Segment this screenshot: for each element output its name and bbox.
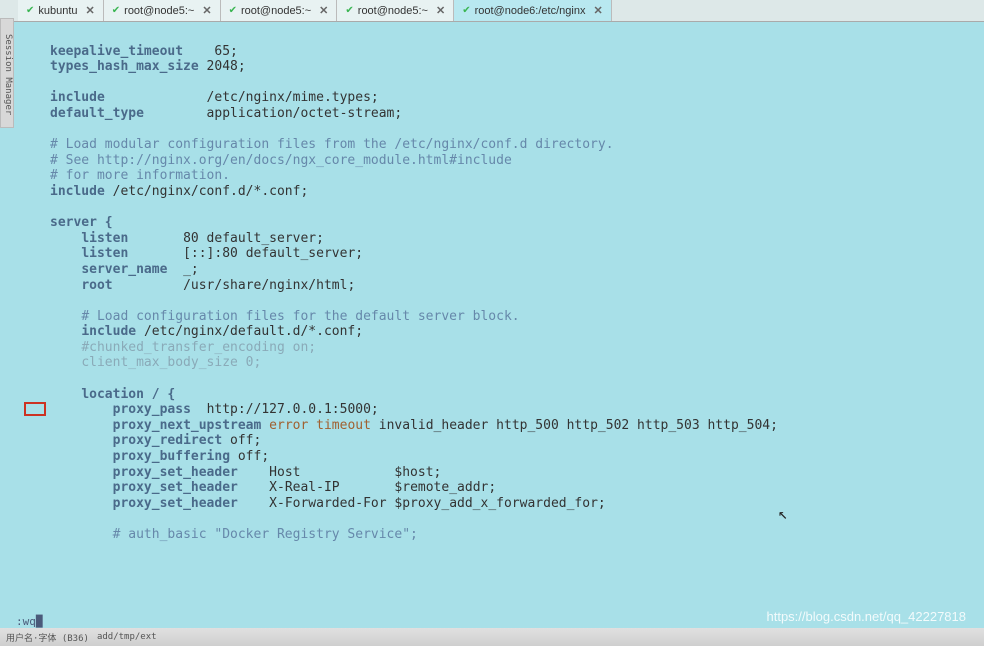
code-text: off; — [238, 449, 269, 464]
code-text: include — [50, 90, 105, 105]
code-text: proxy_set_header — [113, 480, 238, 495]
editor-area[interactable]: keepalive_timeout 65; types_hash_max_siz… — [0, 22, 984, 553]
code-text: proxy_next_upstream — [113, 418, 262, 433]
tab-bar: ✔ kubuntu ✕ ✔ root@node5:~ ✕ ✔ root@node… — [0, 0, 984, 22]
tab-label: root@node6:/etc/nginx — [475, 5, 586, 17]
check-icon: ✔ — [345, 5, 353, 16]
code-text: listen — [81, 231, 128, 246]
tab-label: root@node5:~ — [124, 5, 194, 17]
tab-kubuntu[interactable]: ✔ kubuntu ✕ — [18, 0, 104, 21]
code-text: include — [50, 184, 105, 199]
code-text: X-Forwarded-For — [269, 496, 386, 511]
code-text: 2048; — [207, 59, 246, 74]
check-icon: ✔ — [229, 5, 237, 16]
code-text: timeout — [316, 418, 371, 433]
code-text: application/octet-stream; — [207, 106, 403, 121]
watermark-text: https://blog.csdn.net/qq_42227818 — [767, 609, 967, 624]
code-text: Host — [269, 465, 300, 480]
vim-status-line: :wq█ — [16, 615, 43, 628]
check-icon: ✔ — [462, 5, 470, 16]
code-text: keepalive_timeout — [50, 44, 183, 59]
code-text: proxy_buffering — [113, 449, 230, 464]
code-text: server_name — [81, 262, 167, 277]
tab-node5-3[interactable]: ✔ root@node5:~ ✕ — [337, 0, 454, 21]
code-text: proxy_pass — [113, 402, 191, 417]
highlight-box — [24, 402, 46, 416]
code-text: invalid_header http_500 http_502 http_50… — [379, 418, 778, 433]
taskbar-item: add/tmp/ext — [97, 632, 157, 642]
code-text: X-Real-IP — [269, 480, 339, 495]
code-comment: # Load configuration files for the defau… — [81, 309, 519, 324]
code-text: proxy_set_header — [113, 496, 238, 511]
code-text: /etc/nginx/mime.types; — [207, 90, 379, 105]
tab-node5-1[interactable]: ✔ root@node5:~ ✕ — [104, 0, 221, 21]
code-text: types_hash_max_size — [50, 59, 199, 74]
close-icon[interactable]: ✕ — [202, 4, 211, 17]
tab-label: root@node5:~ — [241, 5, 311, 17]
tab-node6-nginx[interactable]: ✔ root@node6:/etc/nginx ✕ — [454, 0, 611, 21]
code-comment: # for more information. — [50, 168, 230, 183]
close-icon[interactable]: ✕ — [436, 4, 445, 17]
tab-node5-2[interactable]: ✔ root@node5:~ ✕ — [221, 0, 338, 21]
check-icon: ✔ — [112, 5, 120, 16]
code-text: root — [81, 278, 112, 293]
taskbar-item: 用户名·字体 (B36) — [6, 631, 89, 644]
code-comment: # auth_basic "Docker Registry Service"; — [113, 527, 418, 542]
code-comment: #chunked_transfer_encoding on; — [81, 340, 316, 355]
code-text: $remote_addr; — [394, 480, 496, 495]
code-text: [::]:80 default_server; — [183, 246, 363, 261]
code-text: error — [269, 418, 308, 433]
code-text: http://127.0.0.1:5000; — [207, 402, 379, 417]
code-text: off; — [230, 433, 261, 448]
tab-label: kubuntu — [38, 5, 77, 17]
check-icon: ✔ — [26, 5, 34, 16]
code-text: server { — [50, 215, 113, 230]
code-text: /usr/share/nginx/html; — [183, 278, 355, 293]
code-text: default_type — [50, 106, 144, 121]
code-comment: # See http://nginx.org/en/docs/ngx_core_… — [50, 153, 512, 168]
code-comment: # Load modular configuration files from … — [50, 137, 614, 152]
close-icon[interactable]: ✕ — [593, 4, 602, 17]
code-text: 65; — [214, 44, 237, 59]
code-text: 80 default_server; — [183, 231, 324, 246]
code-text: $proxy_add_x_forwarded_for; — [394, 496, 605, 511]
vim-command: :wq — [16, 615, 36, 628]
tab-label: root@node5:~ — [358, 5, 428, 17]
code-text: client_max_body_size 0; — [81, 355, 261, 370]
taskbar[interactable]: 用户名·字体 (B36) add/tmp/ext — [0, 628, 984, 646]
code-text: /etc/nginx/conf.d/*.conf; — [113, 184, 309, 199]
code-text: listen — [81, 246, 128, 261]
code-text: include — [81, 324, 136, 339]
code-text: location / { — [81, 387, 175, 402]
code-text: _; — [183, 262, 199, 277]
close-icon[interactable]: ✕ — [319, 4, 328, 17]
code-text: proxy_set_header — [113, 465, 238, 480]
code-text: $host; — [394, 465, 441, 480]
code-text: proxy_redirect — [113, 433, 223, 448]
code-text: /etc/nginx/default.d/*.conf; — [144, 324, 363, 339]
close-icon[interactable]: ✕ — [86, 4, 95, 17]
